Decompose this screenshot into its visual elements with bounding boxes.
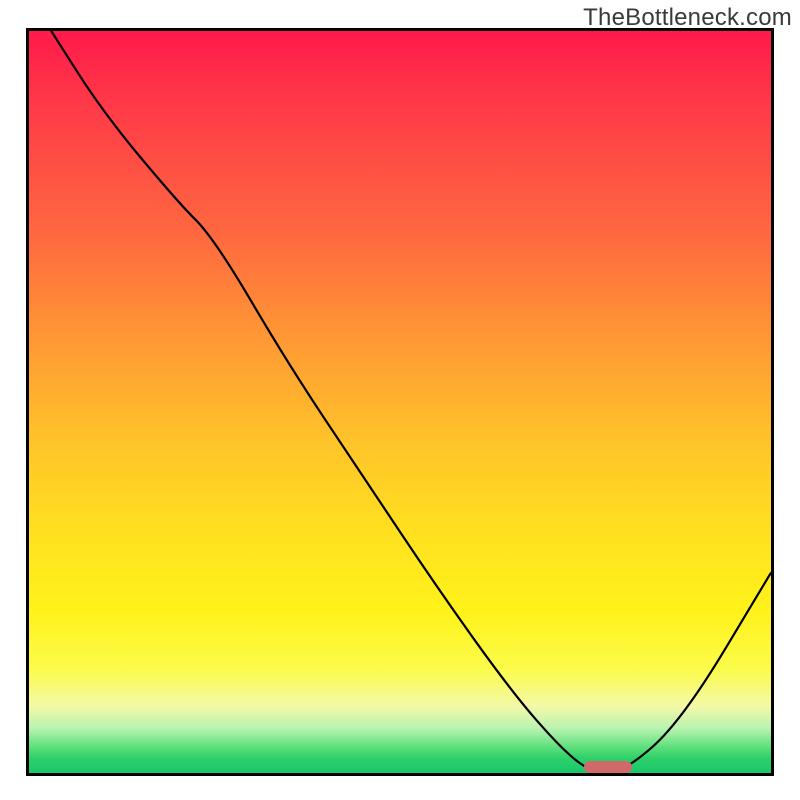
chart-container: TheBottleneck.com (0, 0, 800, 800)
bottleneck-curve-path (51, 31, 771, 773)
plot-area (26, 28, 774, 776)
optimal-marker (584, 761, 632, 773)
curve-svg (29, 31, 771, 773)
